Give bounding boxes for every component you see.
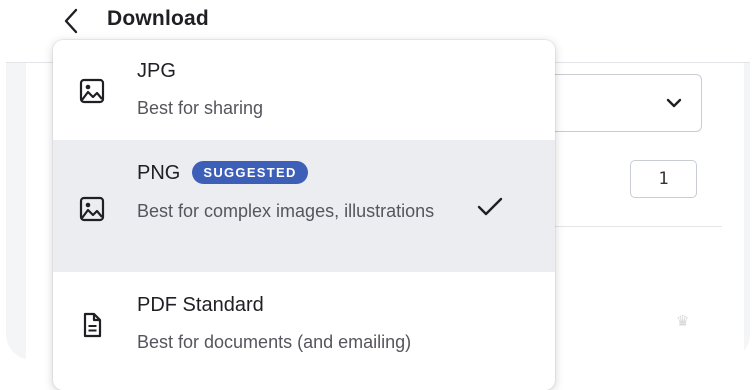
option-title-text: PNG [137,162,181,184]
divider [526,226,722,227]
crown-icon: ♛ [676,313,690,330]
option-jpg[interactable]: JPG Best for sharing [53,40,555,140]
file-type-menu: JPG Best for sharing PNG SUGGESTED Best f… [53,40,555,390]
check-icon [477,197,503,216]
image-icon [79,196,105,222]
document-icon [83,312,102,338]
option-description: Best for complex images, illustrations [137,201,435,221]
suggested-badge: SUGGESTED [192,161,308,184]
option-pdf-standard[interactable]: PDF Standard Best for documents (and ema… [53,272,555,390]
page-title: Download [107,7,209,30]
option-description: Best for documents (and emailing) [137,332,412,352]
option-title: PNG SUGGESTED [137,161,308,185]
option-png[interactable]: PNG SUGGESTED Best for complex images, il… [53,140,555,272]
back-button[interactable] [56,6,86,36]
option-title: JPG [137,60,176,82]
option-title: PDF Standard [137,294,264,316]
image-icon [79,78,105,104]
chevron-left-icon [64,8,78,34]
chevron-down-icon [666,98,682,108]
quantity-field[interactable]: 1 [630,160,697,198]
option-description: Best for sharing [137,98,264,118]
